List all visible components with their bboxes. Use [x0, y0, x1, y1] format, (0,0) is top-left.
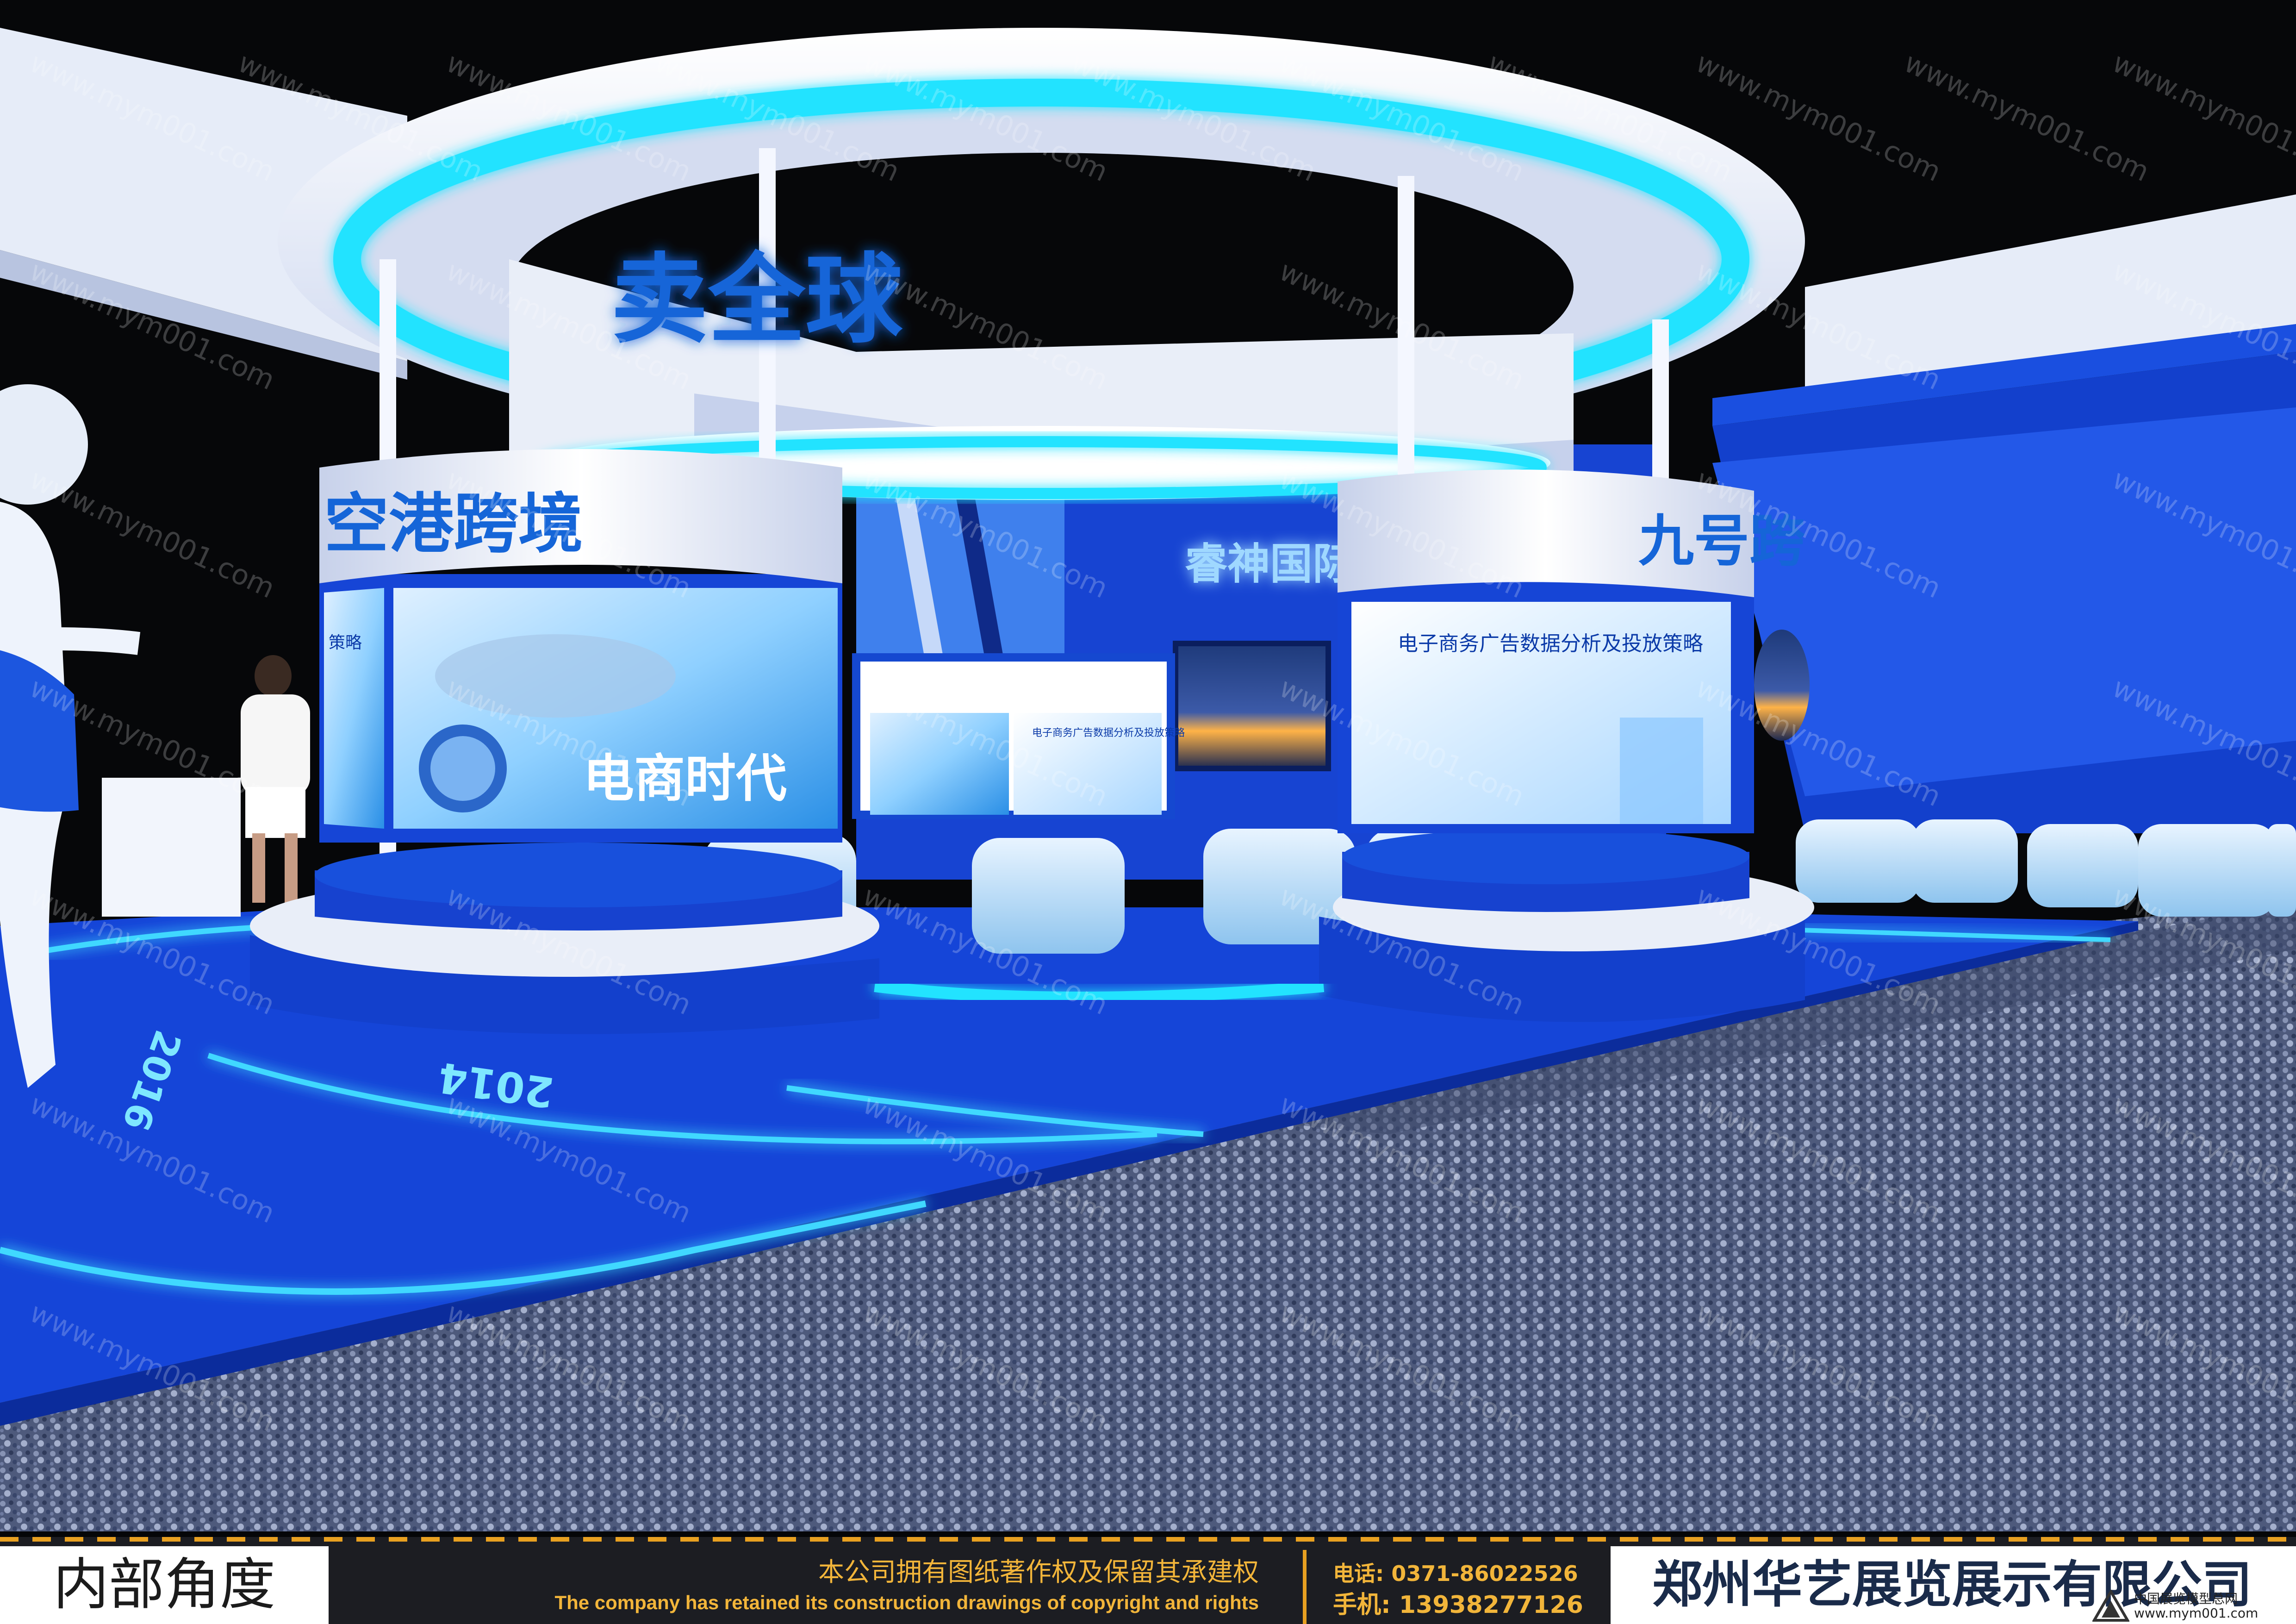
- contact-info: 电话: 0371-86022526 手机: 13938277126: [1333, 1546, 1629, 1624]
- exhibition-booth-render: 2014 2016 睿神国际 电子商务广告数据分析及投放策略 卖全球 空港跨境 …: [0, 0, 2296, 1531]
- logo-url: www.mym001.com: [2134, 1605, 2259, 1621]
- phone-number: 电话: 0371-86022526: [1333, 1561, 1578, 1586]
- back-wall-sign: 睿神国际: [1185, 539, 1355, 589]
- copyright-cn: 本公司拥有图纸著作权及保留其承建权: [818, 1557, 1259, 1587]
- mobile-number: 手机: 13938277126: [1333, 1591, 1583, 1619]
- lounge-sofas-right: [1796, 819, 2296, 917]
- left-screen-edge-text: 策略: [329, 633, 362, 652]
- copyright-en: The company has retained its constructio…: [554, 1592, 1259, 1613]
- logo-text: 中国展览模型总网: [2134, 1591, 2238, 1606]
- company-panel: 郑州华艺展览展示有限公司 中国展览模型总网 www.mym001.com: [1611, 1546, 2296, 1624]
- copyright-notice: 本公司拥有图纸著作权及保留其承建权 The company has retain…: [333, 1546, 1259, 1624]
- top-sign: 卖全球: [611, 243, 903, 356]
- footer-bar: 内部角度 本公司拥有图纸著作权及保留其承建权 The company has r…: [0, 1537, 2296, 1624]
- reception-desk: [102, 778, 241, 917]
- view-angle-label: 内部角度: [0, 1546, 329, 1624]
- footer-dashed-line: [0, 1537, 2296, 1542]
- triangle-logo-icon: [2092, 1590, 2129, 1622]
- right-drum-screen-title: 电子商务广告数据分析及投放策略: [1398, 632, 1703, 656]
- site-logo: 中国展览模型总网 www.mym001.com: [2092, 1587, 2287, 1624]
- render-stage: 2014 2016 睿神国际 电子商务广告数据分析及投放策略 卖全球 空港跨境 …: [0, 0, 2296, 1624]
- footer-divider: [1303, 1550, 1307, 1624]
- center-screen-title: 电子商务广告数据分析及投放策略: [1032, 727, 1185, 739]
